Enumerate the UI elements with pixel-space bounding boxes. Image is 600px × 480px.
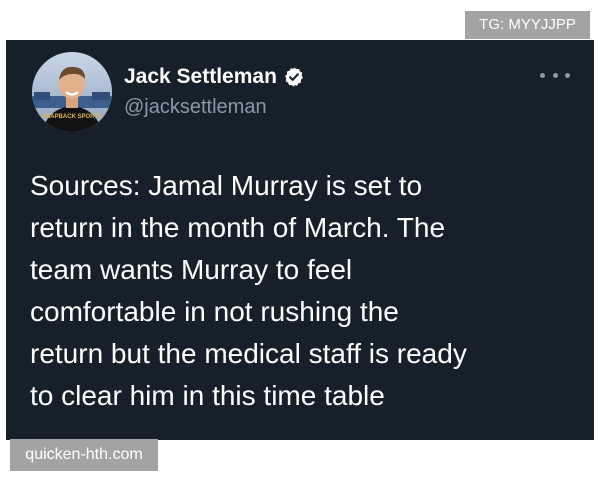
more-dot [552,72,558,78]
author-name-row: Jack Settleman [124,64,305,90]
author-name[interactable]: Jack Settleman [124,64,277,90]
avatar-jersey-text: SNAPBACK SPORTS [42,114,102,120]
site-watermark: quicken-hth.com [10,439,158,471]
more-options-icon[interactable] [540,66,570,84]
tg-watermark: TG: MYYJJPP [465,11,590,39]
page: TG: MYYJJPP SNAPBACK SPORTS Jack Settlem… [0,0,600,480]
tweet-card: SNAPBACK SPORTS Jack Settleman @jacksett… [6,40,594,440]
verified-badge-icon [283,66,305,88]
tweet-text: Sources: Jamal Murray is set to return i… [30,170,467,411]
svg-text:SNAPBACK SPORTS: SNAPBACK SPORTS [42,114,102,120]
avatar-image: SNAPBACK SPORTS [32,52,112,132]
author-handle[interactable]: @jacksettleman [124,94,267,120]
avatar[interactable]: SNAPBACK SPORTS [32,52,112,132]
more-dot [540,72,545,78]
more-dot [565,72,570,78]
